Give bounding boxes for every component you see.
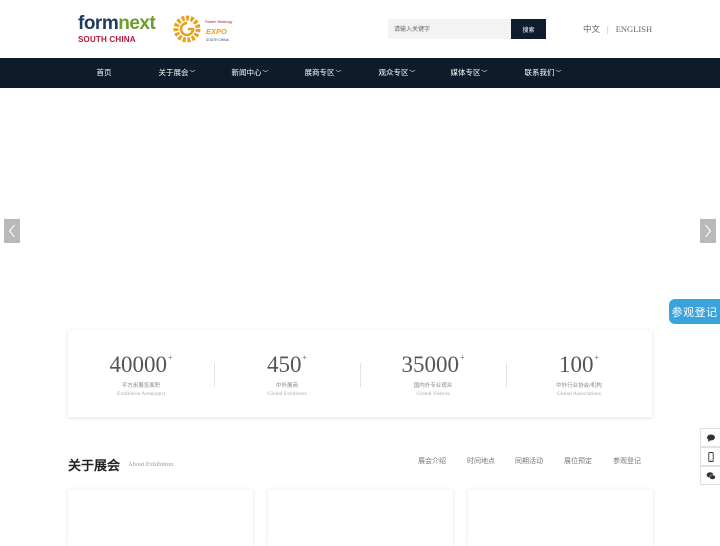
- lang-english-link[interactable]: ENGLISH: [616, 24, 652, 34]
- nav-label: 观众专区: [378, 68, 409, 77]
- stat-associations: 100+ 中外行业协会/机构 Global Associations: [506, 330, 652, 417]
- stat-label-cn: 中外展商: [275, 383, 298, 389]
- about-card[interactable]: [468, 490, 653, 546]
- search-button[interactable]: 搜索: [511, 19, 546, 39]
- stats-panel: 40000+ 平方米展览面积 Exhibition Area(sqm) 450+…: [68, 330, 652, 417]
- expo-logo-line1: Powder Metallurgy: [205, 20, 233, 24]
- chevron-down-icon: ﹀: [481, 70, 488, 77]
- language-switcher: 中文 | ENGLISH: [583, 23, 652, 35]
- stat-number: 40000+: [109, 352, 173, 377]
- nav-item-visitors[interactable]: 观众专区﹀: [378, 58, 415, 88]
- about-tab-registration[interactable]: 参观登记: [613, 456, 641, 466]
- chevron-down-icon: ﹀: [409, 70, 416, 77]
- chevron-down-icon: ﹀: [189, 70, 196, 77]
- about-card[interactable]: [68, 490, 253, 546]
- nav-item-exhibitors[interactable]: 展商专区﹀: [304, 58, 341, 88]
- about-card[interactable]: [268, 490, 453, 546]
- side-mobile-button[interactable]: [700, 447, 720, 466]
- nav-item-news[interactable]: 新闻中心﹀: [231, 58, 268, 88]
- banner-prev-button[interactable]: [4, 219, 20, 243]
- banner-next-button[interactable]: [700, 219, 716, 243]
- expo-logo-line2: EXPO: [206, 27, 227, 36]
- nav-label: 联系我们: [524, 68, 555, 77]
- nav-label: 关于展会: [158, 68, 189, 77]
- pm-expo-logo[interactable]: Powder Metallurgy EXPO SOUTH CHINA: [172, 12, 234, 46]
- stat-label-en: Global Visitors: [416, 391, 450, 397]
- register-float-button[interactable]: 参观登记: [669, 299, 720, 324]
- stat-visitors: 35000+ 国内外专业观众 Global Visitors: [360, 330, 506, 417]
- about-tab-time-location[interactable]: 时间地点: [467, 456, 495, 466]
- about-tab-intro[interactable]: 展会介绍: [418, 456, 446, 466]
- nav-label: 新闻中心: [231, 68, 262, 77]
- stat-label-cn: 中外行业协会/机构: [556, 383, 602, 389]
- nav-item-about[interactable]: 关于展会﹀: [158, 58, 195, 88]
- stat-label-en: Global Associations: [556, 391, 602, 397]
- about-section-title: 关于展会: [68, 459, 121, 474]
- formnext-logo[interactable]: formnext SOUTH CHINA: [78, 13, 156, 44]
- about-tab-booth-booking[interactable]: 展位预定: [564, 456, 592, 466]
- logo-subtitle: SOUTH CHINA: [78, 35, 136, 44]
- search-input[interactable]: [388, 19, 511, 39]
- nav-item-home[interactable]: 首页: [97, 58, 112, 88]
- nav-label: 媒体专区: [450, 68, 481, 77]
- hero-banner: [0, 88, 720, 328]
- wechat-icon: [706, 471, 716, 480]
- about-section-subtitle: About Exhibition: [128, 461, 174, 468]
- stat-number: 100+: [558, 352, 599, 377]
- nav-label: 展商专区: [304, 68, 335, 77]
- stat-label-cn: 平方米展览面积: [121, 383, 161, 389]
- logo-text-next: next: [118, 13, 156, 34]
- chevron-down-icon: ﹀: [262, 70, 269, 77]
- mobile-icon: [707, 451, 714, 462]
- stat-label-en: Global Exhibitors: [267, 391, 307, 397]
- nav-item-contact[interactable]: 联系我们﹀: [524, 58, 561, 88]
- chevron-down-icon: ﹀: [335, 70, 342, 77]
- logo-text-form: form: [78, 13, 119, 34]
- about-tab-events[interactable]: 同期活动: [515, 456, 543, 466]
- expo-logo-line3: SOUTH CHINA: [206, 38, 230, 42]
- stat-number: 450+: [266, 352, 307, 377]
- chevron-right-icon: [705, 224, 712, 238]
- nav-label: 首页: [96, 68, 112, 77]
- nav-item-media[interactable]: 媒体专区﹀: [450, 58, 487, 88]
- lang-separator: |: [607, 24, 609, 34]
- side-chat-button[interactable]: [700, 428, 720, 447]
- stat-number: 35000+: [401, 352, 465, 377]
- chevron-left-icon: [8, 224, 15, 238]
- chat-icon: [706, 434, 715, 442]
- search-bar: 搜索: [388, 19, 546, 39]
- side-wechat-button[interactable]: [700, 466, 720, 485]
- chevron-down-icon: ﹀: [555, 70, 562, 77]
- lang-chinese-link[interactable]: 中文: [583, 24, 600, 34]
- stat-label-cn: 国内外专业观众: [413, 383, 453, 389]
- stat-label-en: Exhibition Area(sqm): [117, 391, 165, 397]
- main-nav: 首页 关于展会﹀ 新闻中心﹀ 展商专区﹀ 观众专区﹀ 媒体专区﹀ 联系我们﹀: [0, 58, 720, 88]
- stat-exhibitors: 450+ 中外展商 Global Exhibitors: [214, 330, 360, 417]
- site-header: formnext SOUTH CHINA Powder Metallurgy E…: [0, 0, 720, 58]
- stat-area: 40000+ 平方米展览面积 Exhibition Area(sqm): [68, 330, 214, 417]
